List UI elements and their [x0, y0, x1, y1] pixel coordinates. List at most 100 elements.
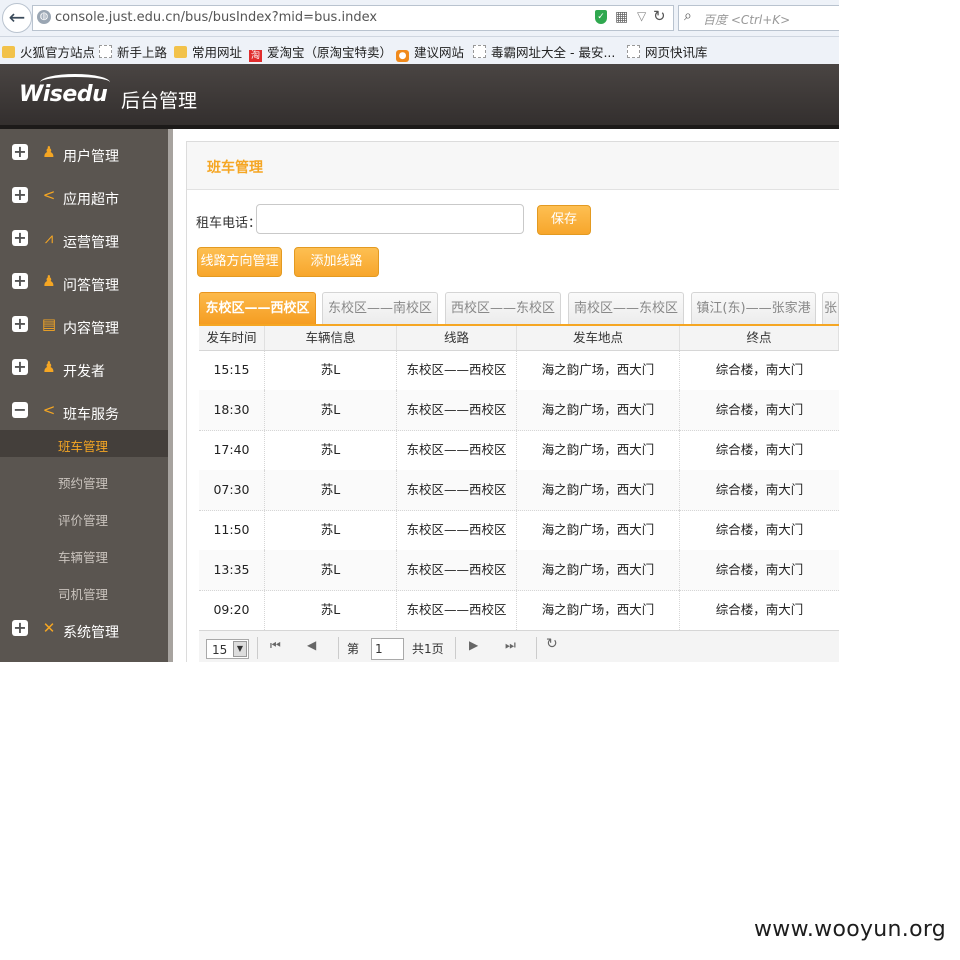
sidebar-item-operations[interactable]: + ⩘ 运营管理: [0, 218, 168, 258]
bookmark-item[interactable]: 毒霸网址大全 - 最安...: [473, 42, 615, 60]
phone-label: 租车电话：: [196, 216, 262, 231]
sidebar-item-bus-service[interactable]: − < 班车服务: [0, 390, 168, 430]
sidebar-subitem-bus-management[interactable]: 班车管理: [0, 430, 168, 457]
folder-icon: [174, 46, 187, 58]
bookmark-item[interactable]: 淘爱淘宝（原淘宝特卖）: [249, 42, 392, 62]
separator: [338, 637, 339, 659]
sidebar-item-qa[interactable]: + ♟ 问答管理: [0, 261, 168, 301]
bookmark-item[interactable]: 常用网址: [174, 42, 242, 60]
bookmark-item[interactable]: 新手上路: [99, 42, 167, 60]
column-header[interactable]: 终点: [680, 326, 839, 350]
share-icon: <: [42, 401, 56, 419]
refresh-icon[interactable]: ↻: [546, 636, 558, 652]
page-total: 共1页: [412, 642, 444, 656]
table-cell: 海之韵广场，西大门: [517, 350, 680, 390]
page-icon: [473, 45, 486, 58]
screenshot: ← ◍ console.just.edu.cn/bus/busIndex?mid…: [0, 0, 839, 662]
sidebar-item-user-management[interactable]: + ♟ 用户管理: [0, 132, 168, 172]
sidebar-item-content[interactable]: + ▤ 内容管理: [0, 304, 168, 344]
table-row[interactable]: 18:30 苏L 东校区——西校区 海之韵广场，西大门 综合楼，南大门: [199, 390, 839, 431]
plus-icon[interactable]: +: [12, 273, 28, 289]
url-bar[interactable]: ◍ console.just.edu.cn/bus/busIndex?mid=b…: [32, 5, 674, 31]
save-button[interactable]: 保存: [537, 205, 591, 235]
column-header[interactable]: 发车时间: [199, 326, 265, 350]
page-size-select[interactable]: 15 ▼: [206, 639, 249, 659]
table-cell: 13:35: [199, 550, 265, 590]
shield-icon[interactable]: ✓: [595, 10, 607, 24]
logo: Wisedu: [19, 82, 108, 107]
table-cell: 综合楼，南大门: [715, 482, 804, 497]
table-cell: 苏L: [265, 510, 397, 550]
prev-page-icon[interactable]: ◀: [307, 638, 316, 652]
globe-icon: ◍: [37, 10, 51, 24]
column-header[interactable]: 发车地点: [517, 326, 680, 350]
table-row[interactable]: 07:30 苏L 东校区——西校区 海之韵广场，西大门 综合楼，南大门: [199, 470, 839, 511]
chart-icon: ⩘: [44, 229, 54, 247]
panel-header: 班车管理: [187, 142, 839, 190]
sidebar-subitem-drivers[interactable]: 司机管理: [0, 578, 168, 605]
plus-icon[interactable]: +: [12, 316, 28, 332]
table-cell: 苏L: [265, 430, 397, 470]
tab-partial[interactable]: 张: [822, 292, 839, 324]
share-icon: <: [42, 186, 56, 204]
table-row[interactable]: 13:35 苏L 东校区——西校区 海之韵广场，西大门 综合楼，南大门: [199, 550, 839, 591]
table-cell: 09:20: [199, 590, 265, 630]
bookmark-item[interactable]: ● 建议网站: [396, 42, 464, 62]
sidebar-item-system[interactable]: + ✕ 系统管理: [0, 608, 168, 648]
plus-icon[interactable]: +: [12, 620, 28, 636]
table-row[interactable]: 09:20 苏L 东校区——西校区 海之韵广场，西大门 综合楼，南大门: [199, 590, 839, 631]
search-bar[interactable]: ⌕ 百度 <Ctrl+K>: [678, 5, 839, 31]
table-cell: 海之韵广场，西大门: [517, 550, 680, 590]
search-placeholder: 百度 <Ctrl+K>: [703, 13, 791, 27]
column-header[interactable]: 线路: [397, 326, 517, 350]
sidebar-subitem-vehicles[interactable]: 车辆管理: [0, 541, 168, 568]
sidebar-item-app-market[interactable]: + < 应用超市: [0, 175, 168, 215]
column-header[interactable]: 车辆信息: [265, 326, 397, 350]
table-cell: 东校区——西校区: [397, 550, 517, 590]
table-cell: 苏L: [265, 350, 397, 390]
sidebar: + ♟ 用户管理 + < 应用超市 + ⩘ 运营管理 + ♟ 问答管理 + ▤ …: [0, 129, 168, 662]
user-icon: ♟: [42, 143, 56, 161]
minus-icon[interactable]: −: [12, 402, 28, 418]
table-cell: 东校区——西校区: [397, 470, 517, 510]
tab-zhenjiang-zhangjiagang[interactable]: 镇江(东)——张家港: [691, 292, 816, 324]
dropdown-icon[interactable]: ▽: [637, 9, 646, 23]
user-icon: ♟: [42, 272, 56, 290]
page-icon: [627, 45, 640, 58]
sidebar-item-developer[interactable]: + ♟ 开发者: [0, 347, 168, 387]
next-page-icon[interactable]: ▶: [469, 638, 478, 652]
page-number-input[interactable]: 1: [371, 638, 404, 660]
bookmark-item[interactable]: 火狐官方站点: [2, 42, 95, 60]
page-title: 班车管理: [207, 160, 263, 176]
first-page-icon[interactable]: ⏮: [270, 638, 281, 653]
sidebar-subitem-reviews[interactable]: 评价管理: [0, 504, 168, 531]
qr-code-icon[interactable]: ▦: [615, 9, 628, 25]
table-cell: 苏L: [265, 390, 397, 430]
taobao-icon: 淘: [249, 50, 262, 62]
url-text[interactable]: console.just.edu.cn/bus/busIndex?mid=bus…: [55, 10, 377, 25]
app-title: 后台管理: [121, 90, 198, 112]
route-direction-button[interactable]: 线路方向管理: [197, 247, 282, 277]
add-route-button[interactable]: 添加线路: [294, 247, 379, 277]
plus-icon[interactable]: +: [12, 359, 28, 375]
plus-icon[interactable]: +: [12, 230, 28, 246]
last-page-icon[interactable]: ⏭: [505, 638, 516, 653]
plus-icon[interactable]: +: [12, 144, 28, 160]
bookmark-item[interactable]: 网页快讯库: [627, 42, 708, 60]
tab-east-south[interactable]: 东校区——南校区: [322, 292, 438, 324]
table-row[interactable]: 17:40 苏L 东校区——西校区 海之韵广场，西大门 综合楼，南大门: [199, 430, 839, 471]
reload-icon[interactable]: ↻: [653, 7, 666, 25]
tab-south-east[interactable]: 南校区——东校区: [568, 292, 684, 324]
tab-west-east[interactable]: 西校区——东校区: [445, 292, 561, 324]
table-cell: 综合楼，南大门: [715, 602, 804, 617]
table-cell: 东校区——西校区: [397, 390, 517, 430]
tab-east-west[interactable]: 东校区——西校区: [199, 292, 316, 324]
table-row[interactable]: 11:50 苏L 东校区——西校区 海之韵广场，西大门 综合楼，南大门: [199, 510, 839, 551]
plus-icon[interactable]: +: [12, 187, 28, 203]
phone-input[interactable]: [256, 204, 524, 234]
watermark: www.wooyun.org: [754, 917, 947, 942]
chevron-down-icon[interactable]: ▼: [233, 641, 247, 657]
back-arrow-icon[interactable]: ←: [2, 3, 32, 33]
table-row[interactable]: 15:15 苏L 东校区——西校区 海之韵广场，西大门 综合楼，南大门: [199, 350, 839, 391]
sidebar-subitem-booking[interactable]: 预约管理: [0, 467, 168, 494]
